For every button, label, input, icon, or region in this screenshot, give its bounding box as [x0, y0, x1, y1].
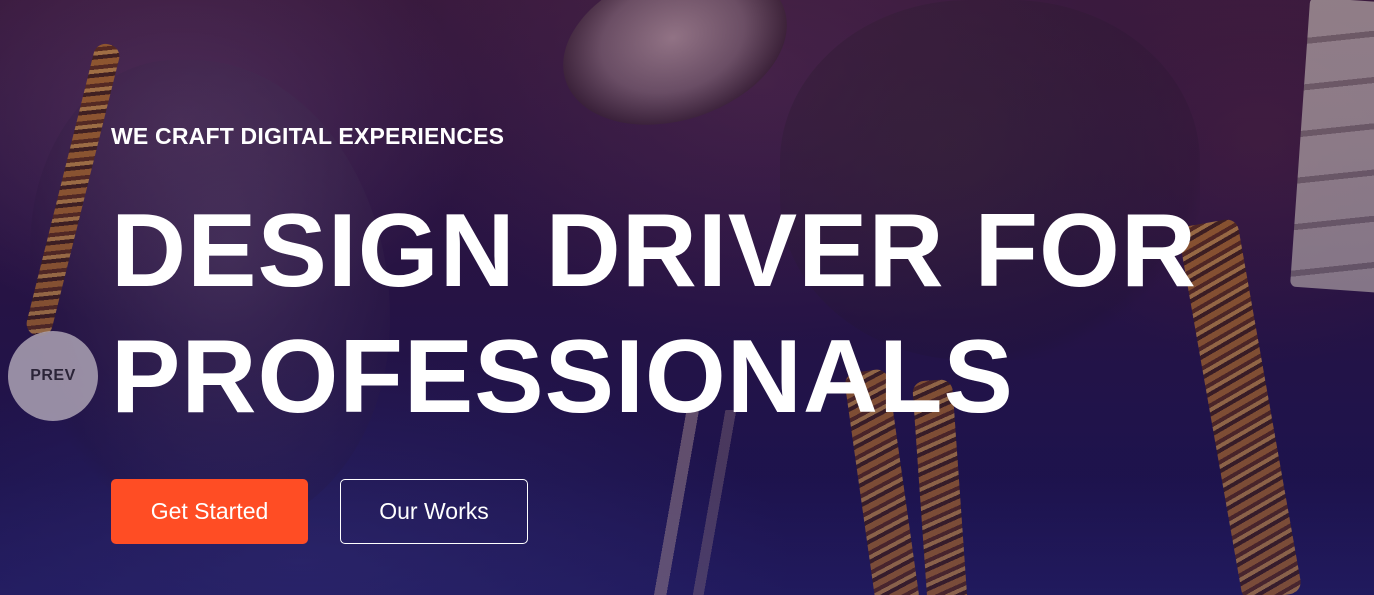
- hero-content: WE CRAFT DIGITAL EXPERIENCES DESIGN DRIV…: [111, 122, 1311, 544]
- hero-headline: DESIGN DRIVER FOR PROFESSIONALS: [111, 188, 1311, 440]
- slider-prev-button[interactable]: PREV: [8, 331, 98, 421]
- hero-headline-line1: DESIGN DRIVER FOR: [111, 193, 1197, 309]
- hero-eyebrow: WE CRAFT DIGITAL EXPERIENCES: [111, 123, 505, 149]
- hero-headline-line2: PROFESSIONALS: [111, 319, 1014, 435]
- our-works-button[interactable]: Our Works: [340, 479, 528, 544]
- get-started-button[interactable]: Get Started: [111, 479, 308, 544]
- hero-actions: Get Started Our Works: [111, 479, 1311, 544]
- hero-section: WE CRAFT DIGITAL EXPERIENCES DESIGN DRIV…: [0, 0, 1374, 595]
